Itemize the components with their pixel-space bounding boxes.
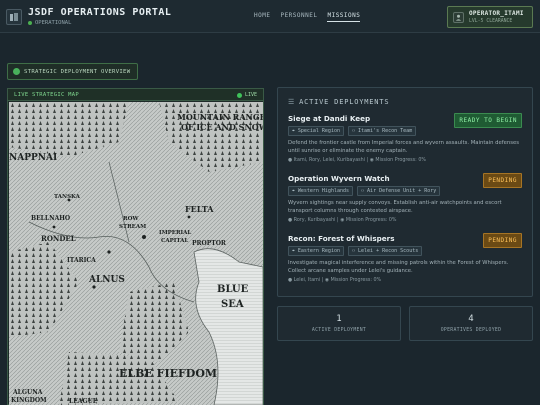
active-deployments-panel: ☰ ACTIVE DEPLOYMENTS Siege at Dandi Keep… [277, 87, 533, 297]
user-avatar-icon [453, 12, 464, 23]
mission-description: Defend the frontier castle from Imperial… [288, 140, 520, 154]
progress-icon: ◉ [324, 278, 330, 284]
strategic-map-panel: LIVE STRATEGIC MAP LIVE MOUNTAIN RANGE O… [7, 88, 264, 405]
status-dot-icon [28, 21, 32, 25]
mission-description: Investigate magical interference and mis… [288, 260, 509, 274]
nav-personnel[interactable]: PERSONNEL [280, 12, 317, 22]
map-label-alguna1: ALGUNA [12, 389, 43, 396]
mission-team-tag: ⚇ Itami's Recon Team [347, 126, 417, 136]
map-header: LIVE STRATEGIC MAP LIVE [8, 89, 263, 101]
mission-team-tag: ⚇ Lelei + Recon Scouts [347, 246, 423, 256]
user-clearance: LVL-5 CLEARANCE [469, 19, 513, 24]
map-label-mountain2: OF ICE AND SNOW [181, 122, 263, 132]
strategic-overview-tag: STRATEGIC DEPLOYMENT OVERVIEW [7, 63, 138, 80]
mission-region-tag: ⌖ Special Region [288, 126, 344, 136]
globe-icon [13, 68, 20, 75]
system-status: OPERATIONAL [28, 20, 71, 26]
stat-value: 1 [336, 314, 342, 324]
mission-region-tag: ⌖ Eastern Region [288, 246, 344, 256]
map-label-felta: FELTA [185, 204, 214, 214]
stat-card-active-deployment: 1 ACTIVE DEPLOYMENT [277, 306, 401, 341]
map-label-rondel: RONDEL [41, 234, 76, 243]
nav-missions[interactable]: MISSIONS [327, 12, 361, 22]
mission-progress: Mission Progress: 0% [345, 218, 397, 224]
mission-meta: ● Rory, Kuribayashi | ◉ Mission Progress… [288, 218, 397, 224]
deployments-title: ACTIVE DEPLOYMENTS [299, 98, 390, 106]
list-icon: ☰ [288, 98, 296, 106]
map-label-alguna2: KINGDOM [11, 397, 47, 404]
map-label-imperial2: CAPITAL [161, 238, 188, 244]
map-label-napnai: NAPPNAI [9, 153, 57, 163]
map-label-itarica: ITARICA [67, 257, 96, 264]
mission-region-tag: ⌖ Western Highlands [288, 186, 354, 196]
map-label-elbe: ELBE FIEFDOM [119, 367, 217, 380]
personnel-icon: ● [288, 158, 293, 164]
status-badge[interactable]: READY TO BEGIN [454, 113, 522, 128]
map-label-rowstream2: STREAM [119, 224, 146, 230]
portal-logo-icon [6, 9, 22, 25]
map-title: LIVE STRATEGIC MAP [14, 92, 80, 98]
user-profile-button[interactable]: OPERATOR_ITAMI LVL-5 CLEARANCE [447, 6, 533, 28]
personnel-icon: ● [288, 218, 293, 224]
tag-text: Itami's Recon Team [358, 128, 413, 134]
map-label-blue: BLUE [217, 284, 249, 295]
progress-icon: ◉ [369, 158, 374, 164]
nav-home[interactable]: HOME [254, 12, 270, 22]
map-label-mountain1: MOUNTAIN RANGE [177, 112, 263, 122]
stat-value: 4 [468, 314, 474, 324]
deployments-header: ☰ ACTIVE DEPLOYMENTS [288, 98, 389, 106]
personnel-icon: ● [288, 278, 293, 284]
map-label-bellnaho: BELLNAHO [31, 215, 70, 222]
tag-text: Air Defense Unit + Rory [367, 188, 437, 194]
map-label-tanska: TANSKA [54, 194, 81, 200]
mission-meta: ● Lelei, Itami | ◉ Mission Progress: 0% [288, 278, 382, 284]
mission-team-tag: ⚇ Air Defense Unit + Rory [357, 186, 441, 196]
progress-icon: ◉ [340, 218, 345, 224]
mission-description: Wyvern sightings near supply convoys. Es… [288, 200, 502, 214]
map-label-rowstream1: ROW [123, 216, 139, 222]
tag-text: Lelei + Recon Scouts [358, 248, 419, 254]
tag-text: Western Highlands [297, 188, 350, 194]
overview-label: STRATEGIC DEPLOYMENT OVERVIEW [24, 68, 131, 75]
mission-progress: Mission Progress: 0% [375, 158, 426, 164]
stat-label: ACTIVE DEPLOYMENT [311, 328, 367, 333]
map-label-alnus: ALNUS [88, 275, 125, 285]
fantasy-map-image: MOUNTAIN RANGE OF ICE AND SNOW NAPPNAI F… [9, 102, 263, 405]
live-indicator: LIVE [236, 92, 257, 98]
stat-label: OPERATIVES DEPLOYED [440, 328, 502, 333]
tag-text: Eastern Region [297, 248, 340, 254]
map-label-league: LEAGUE [69, 398, 98, 405]
mission-personnel: Lelei, Itami [293, 278, 321, 284]
main-nav: HOME PERSONNEL MISSIONS [254, 12, 361, 22]
strategic-map[interactable]: MOUNTAIN RANGE OF ICE AND SNOW NAPPNAI F… [9, 102, 263, 405]
stat-card-operatives: 4 OPERATIVES DEPLOYED [409, 306, 533, 341]
map-label-sea: SEA [221, 299, 244, 310]
tag-text: Special Region [297, 128, 340, 134]
status-badge[interactable]: PENDING [483, 173, 522, 188]
user-name: OPERATOR_ITAMI [469, 10, 524, 17]
live-text: LIVE [244, 92, 257, 98]
mission-personnel: Rory, Kuribayashi [293, 218, 336, 224]
mission-personnel: Itami, Rory, Lelei, Kuribayashi [293, 158, 366, 164]
status-text: OPERATIONAL [35, 20, 72, 26]
mission-meta: ● Itami, Rory, Lelei, Kuribayashi | ◉ Mi… [288, 158, 426, 164]
status-badge[interactable]: PENDING [483, 233, 522, 248]
map-label-imperial1: IMPERIAL [159, 230, 191, 236]
top-header: JSDF OPERATIONS PORTAL OPERATIONAL HOME … [0, 0, 540, 33]
mission-progress: Mission Progress: 0% [330, 278, 382, 284]
live-dot-icon [236, 92, 242, 98]
app-title: JSDF OPERATIONS PORTAL [28, 7, 172, 18]
map-label-proptor: PROPTOR [192, 240, 227, 247]
